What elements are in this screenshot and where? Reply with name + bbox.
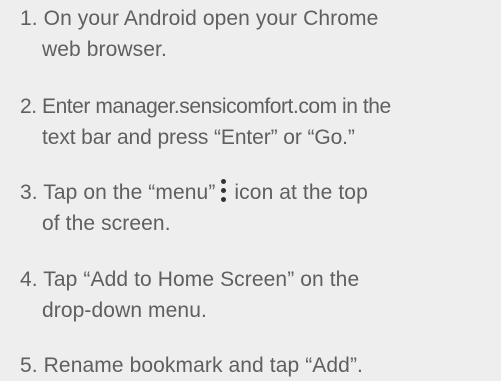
step-text-line-1: On your Android open your Chrome xyxy=(43,7,379,30)
step-text-after-icon: icon at the top xyxy=(234,181,368,204)
step-number: 5. xyxy=(20,354,38,377)
step-1: 1. On your Android open your Chrome web … xyxy=(20,3,490,65)
step-text-line-2: of the screen. xyxy=(42,212,171,235)
step-text-line-1: Rename bookmark and tap “Add”. xyxy=(43,354,363,377)
step-number: 3. xyxy=(20,181,38,204)
step-number: 1. xyxy=(20,7,38,30)
step-3: 3. Tap on the “menu” icon at the top of t… xyxy=(20,177,490,239)
step-text-line-1: Tap “Add to Home Screen” on the xyxy=(43,268,360,291)
step-4: 4. Tap “Add to Home Screen” on the drop-… xyxy=(20,264,490,326)
instruction-list: 1. On your Android open your Chrome web … xyxy=(0,0,501,381)
step-text-line-2: drop-down menu. xyxy=(42,299,207,322)
step-text-before-icon: Tap on the “menu” xyxy=(43,181,216,204)
step-text-line-1: Enter manager.sensicomfort.com in the xyxy=(42,95,391,118)
step-text-line-2: text bar and press “Enter” or “Go.” xyxy=(42,126,355,149)
step-number: 2. xyxy=(20,95,37,118)
vertical-dots-menu-icon xyxy=(219,178,228,204)
step-5: 5. Rename bookmark and tap “Add”. xyxy=(20,350,490,381)
step-2: 2. Enter manager.sensicomfort.com in the… xyxy=(20,91,490,153)
step-number: 4. xyxy=(20,268,38,291)
step-text-line-1-wrap: 2. Enter manager.sensicomfort.com in the xyxy=(20,95,391,118)
step-text-line-2: web browser. xyxy=(42,38,167,61)
